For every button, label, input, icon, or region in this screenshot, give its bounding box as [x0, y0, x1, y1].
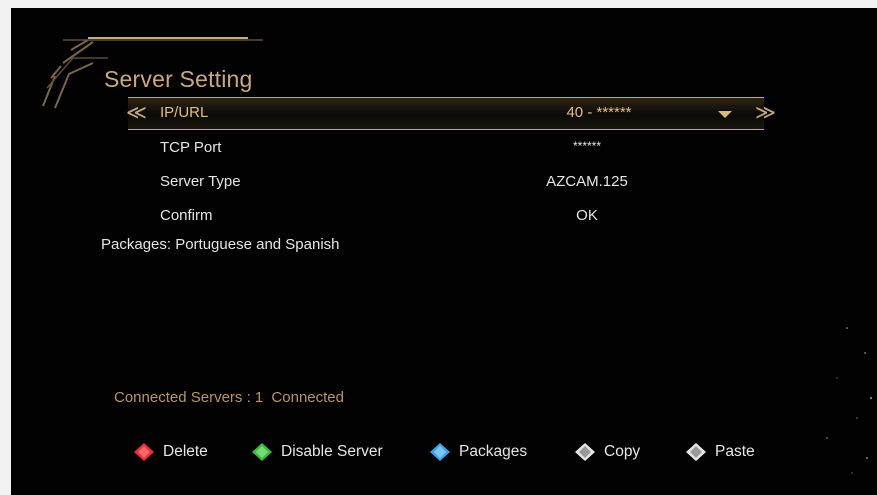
- white-button-icon: [575, 443, 595, 461]
- packages-label: Packages: [459, 443, 528, 460]
- selected-row-highlight[interactable]: [128, 97, 764, 130]
- packages-info: Packages: Portuguese and Spanish: [101, 236, 340, 253]
- paste-label: Paste: [715, 443, 755, 460]
- starfield-decoration: [826, 327, 872, 474]
- connection-state: Connected: [271, 389, 344, 406]
- confirm-label[interactable]: Confirm: [160, 207, 213, 224]
- red-button-icon: [134, 443, 154, 461]
- tcp-port-label[interactable]: TCP Port: [160, 139, 221, 156]
- connection-status: Connected Servers : 1 Connected: [114, 389, 348, 406]
- packages-button[interactable]: Packages: [429, 442, 527, 462]
- dropdown-arrow-icon[interactable]: [718, 111, 732, 118]
- server-type-value[interactable]: AZCAM.125: [527, 173, 647, 190]
- tcp-port-value[interactable]: ******: [527, 139, 647, 153]
- blue-button-icon: [430, 443, 450, 461]
- ip-url-label[interactable]: IP/URL: [160, 104, 208, 121]
- ip-url-value[interactable]: 40 - ******: [539, 104, 659, 121]
- white-button-icon: [686, 443, 706, 461]
- page-title: Server Setting: [104, 66, 253, 92]
- delete-button[interactable]: Delete: [133, 442, 208, 462]
- copy-label: Copy: [604, 443, 641, 460]
- confirm-button[interactable]: OK: [527, 207, 647, 224]
- chevron-right-icon[interactable]: ≫: [755, 100, 776, 124]
- copy-button[interactable]: Copy: [574, 442, 640, 462]
- green-button-icon: [252, 443, 272, 461]
- chevron-left-icon[interactable]: ≪: [126, 100, 147, 124]
- tv-screen: Server Setting ≪ ≫ IP/URL 40 - ****** TC…: [11, 8, 877, 495]
- server-type-label[interactable]: Server Type: [160, 173, 241, 190]
- paste-button[interactable]: Paste: [685, 442, 755, 462]
- delete-label: Delete: [163, 443, 208, 460]
- disable-server-label: Disable Server: [281, 443, 383, 460]
- connected-servers-count: Connected Servers : 1: [114, 389, 264, 406]
- disable-server-button[interactable]: Disable Server: [251, 442, 383, 462]
